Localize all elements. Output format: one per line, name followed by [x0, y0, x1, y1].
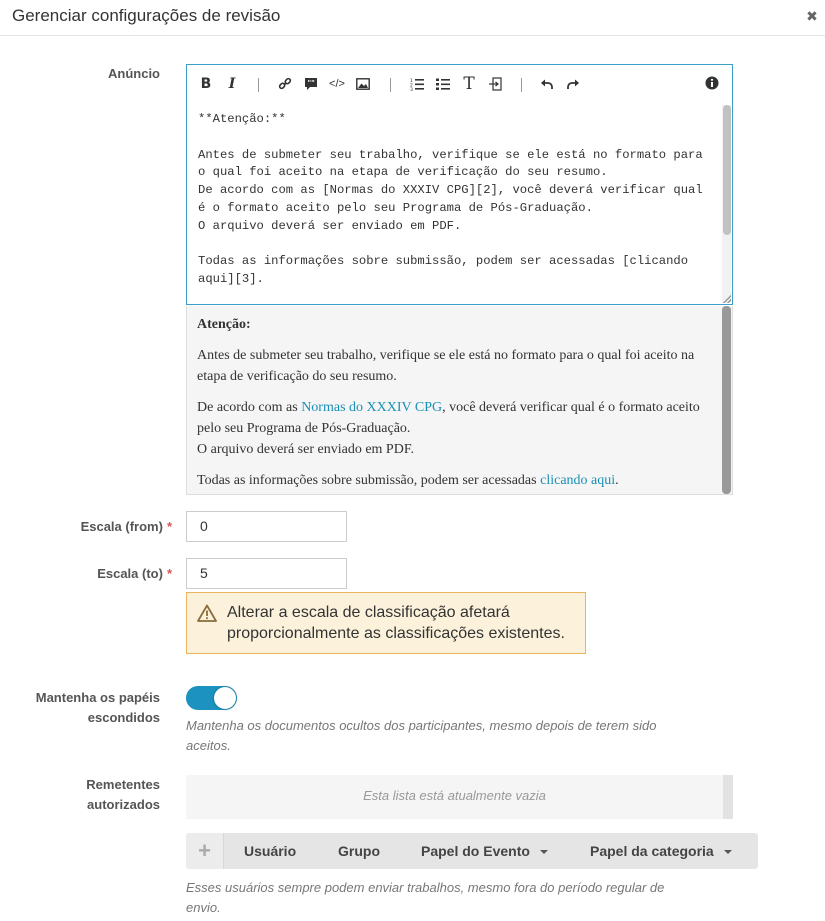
authorized-label-line: autorizados — [87, 797, 160, 812]
help-line: Esses usuários sempre podem enviar traba… — [186, 880, 665, 895]
submitters-list: Esta lista está atualmente vazia — [186, 775, 733, 819]
preview-text: O arquivo deverá ser enviado em PDF. — [197, 442, 414, 457]
info-icon[interactable] — [703, 74, 721, 92]
code-icon[interactable]: </> — [328, 75, 346, 93]
tab-papel-do-evento[interactable]: Papel do Evento — [421, 833, 548, 869]
markdown-source-textarea[interactable]: **Atenção:** Antes de submeter seu traba… — [187, 105, 723, 304]
svg-text:3: 3 — [410, 87, 413, 91]
warning-text: Alterar a escala de classificação afetar… — [227, 604, 565, 642]
preview-scrollbar[interactable] — [722, 306, 731, 494]
modal-header: Gerenciar configurações de revisão ✖ — [0, 0, 825, 36]
redo-icon[interactable] — [564, 75, 582, 93]
chevron-down-icon — [539, 850, 548, 855]
tab-label: Papel da categoria — [590, 843, 714, 859]
authorized-label-line: Remetentes — [86, 777, 160, 792]
preview-heading: Atenção: — [197, 317, 251, 332]
plus-icon[interactable]: + — [186, 833, 224, 869]
scale-warning: Alterar a escala de classificação afetar… — [186, 592, 586, 654]
scale-from-label-text: Escala (from) — [80, 519, 163, 534]
unordered-list-icon[interactable] — [434, 75, 452, 93]
warning-icon — [197, 604, 217, 622]
editor-scrollbar-thumb[interactable] — [723, 105, 731, 235]
toolbar-separator — [390, 78, 391, 92]
principal-picker-tabs: + Usuário Grupo Papel do Evento Papel da… — [186, 833, 758, 869]
quote-icon[interactable]: "" — [302, 75, 320, 93]
heading-icon[interactable]: T — [460, 74, 478, 94]
normas-link[interactable]: Normas do XXXIV CPG — [301, 400, 442, 415]
scale-from-label: Escala (from) * — [40, 517, 172, 537]
horizontal-rule-icon[interactable] — [486, 75, 504, 93]
close-icon[interactable]: ✖ — [805, 8, 819, 24]
preview-text: . — [615, 473, 619, 488]
help-line: Mantenha os documentos ocultos dos parti… — [186, 718, 657, 733]
resize-handle[interactable] — [723, 295, 731, 303]
hidden-papers-help: Mantenha os documentos ocultos dos parti… — [186, 716, 656, 756]
markdown-editor[interactable]: B I "" </> 123 T **Atenção:** Antes de s… — [186, 64, 733, 305]
toggle-knob — [214, 687, 236, 709]
italic-icon[interactable]: I — [223, 75, 241, 93]
scale-to-label: Escala (to) * — [40, 564, 172, 584]
hidden-papers-label-line: escondidos — [87, 710, 160, 725]
link-icon[interactable] — [276, 75, 294, 93]
clicando-aqui-link[interactable]: clicando aqui — [540, 473, 615, 488]
editor-scrollbar[interactable] — [722, 105, 731, 303]
authorized-submitters-label: Remetentes autorizados — [20, 775, 160, 815]
tab-label: Grupo — [338, 843, 380, 859]
hidden-papers-toggle[interactable] — [186, 686, 237, 710]
tab-grupo[interactable]: Grupo — [338, 833, 380, 869]
preview-paragraph: Antes de submeter seu trabalho, verifiqu… — [197, 348, 695, 384]
chevron-down-icon — [723, 850, 732, 855]
svg-text:"": "" — [308, 79, 315, 87]
preview-text: Todas as informações sobre submissão, po… — [197, 473, 541, 488]
preview-text: De acordo com as — [197, 400, 302, 415]
hidden-papers-label-line: Mantenha os papéis — [35, 690, 160, 705]
required-mark: * — [166, 566, 172, 581]
hidden-papers-label: Mantenha os papéis escondidos — [20, 688, 160, 728]
markdown-preview: Atenção: Antes de submeter seu trabalho,… — [186, 306, 733, 495]
tab-label: Usuário — [244, 843, 297, 859]
image-icon[interactable] — [354, 75, 372, 93]
tab-label: Papel do Evento — [421, 843, 530, 859]
modal-title: Gerenciar configurações de revisão — [12, 6, 281, 25]
authorized-submitters-help: Esses usuários sempre podem enviar traba… — [186, 878, 664, 918]
help-line: aceitos. — [186, 738, 231, 753]
toolbar-separator — [258, 78, 259, 92]
bold-icon[interactable]: B — [197, 75, 215, 93]
help-line: envio. — [186, 900, 221, 915]
announcement-label: Anúncio — [108, 66, 160, 81]
tab-usuario[interactable]: Usuário — [244, 833, 296, 869]
empty-list-text: Esta lista está atualmente vazia — [363, 788, 546, 803]
required-mark: * — [166, 519, 172, 534]
ordered-list-icon[interactable]: 123 — [408, 75, 426, 93]
toolbar-separator — [521, 78, 522, 92]
tab-papel-da-categoria[interactable]: Papel da categoria — [590, 833, 732, 869]
scale-to-label-text: Escala (to) — [97, 566, 163, 581]
undo-icon[interactable] — [538, 75, 556, 93]
scale-from-input[interactable]: 0 — [186, 511, 347, 542]
editor-toolbar: B I "" </> 123 T — [187, 65, 732, 105]
scale-to-input[interactable]: 5 — [186, 558, 347, 589]
